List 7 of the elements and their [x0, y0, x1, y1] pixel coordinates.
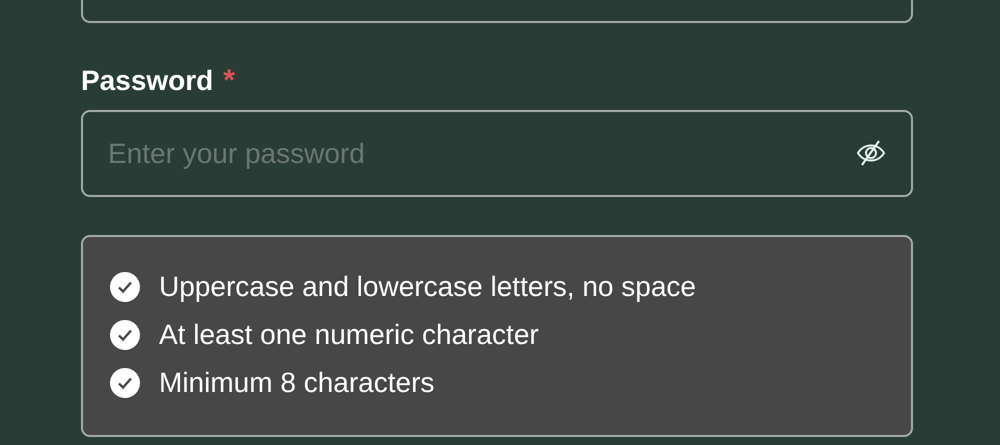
requirement-text: Minimum 8 characters — [159, 367, 434, 399]
field-label: Password — [81, 65, 214, 97]
requirement-text: Uppercase and lowercase letters, no space — [159, 271, 696, 303]
password-field[interactable]: Enter your password — [81, 110, 913, 197]
required-mark: * — [223, 64, 235, 98]
eye-slash-icon[interactable] — [856, 139, 886, 167]
requirement-text: At least one numeric character — [159, 319, 539, 351]
